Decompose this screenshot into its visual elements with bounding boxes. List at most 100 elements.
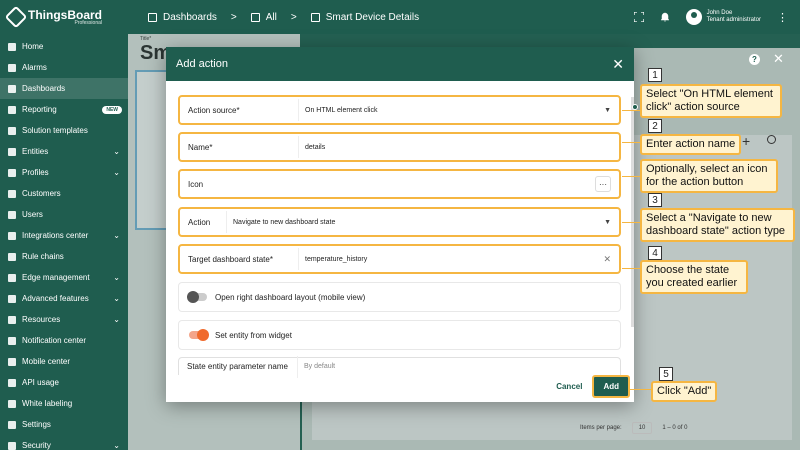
breadcrumb-all[interactable]: All <box>266 12 277 23</box>
sidebar-item-label: Customers <box>22 189 61 198</box>
action-name-input[interactable]: details <box>298 136 619 158</box>
sidebar-item-white-labeling[interactable]: White labeling <box>0 393 128 414</box>
sidebar-item-customers[interactable]: Customers <box>0 183 128 204</box>
sidebar-item-advanced-features[interactable]: Advanced features ⌄ <box>0 288 128 309</box>
sidebar-item-security[interactable]: Security ⌄ <box>0 435 128 450</box>
breadcrumb-separator: > <box>230 11 237 23</box>
close-panel-icon[interactable]: ✕ <box>773 51 784 67</box>
dropdown-arrow-icon[interactable]: ▼ <box>604 219 611 226</box>
cancel-button[interactable]: Cancel <box>556 382 582 391</box>
sidebar-item-reporting[interactable]: Reporting NEW <box>0 99 128 120</box>
action-source-field[interactable]: Action source* On HTML element click ▼ <box>178 95 621 125</box>
dialog-title: Add action <box>176 58 228 70</box>
thingsboard-logo-icon <box>4 5 28 29</box>
logo[interactable]: ThingsBoard Professional <box>0 0 128 34</box>
sidebar-item-label: Rule chains <box>22 252 64 261</box>
action-source-label: Action source* <box>188 105 240 115</box>
user-menu[interactable]: John Doe Tenant administrator <box>685 9 761 25</box>
rule-chains-icon <box>8 252 16 261</box>
sidebar-item-alarms[interactable]: Alarms <box>0 57 128 78</box>
chevron-down-icon[interactable]: ⌄ <box>113 231 120 240</box>
toggle-off-switch[interactable] <box>187 291 207 303</box>
callout-anchor-dot <box>632 104 638 110</box>
dashboards-icon <box>148 12 157 22</box>
sidebar-item-label: Solution templates <box>22 126 88 135</box>
fullscreen-icon[interactable] <box>633 12 644 22</box>
dashboard-icon <box>310 12 320 22</box>
sidebar-item-entities[interactable]: Entities ⌄ <box>0 141 128 162</box>
sidebar-item-resources[interactable]: Resources ⌄ <box>0 309 128 330</box>
more-horiz-icon[interactable]: ··· <box>595 176 611 192</box>
sidebar-item-label: Resources <box>22 315 61 324</box>
users-icon <box>8 210 16 219</box>
notifications-bell-icon[interactable] <box>660 12 670 22</box>
template-icon <box>8 126 16 135</box>
set-entity-toggle[interactable]: Set entity from widget <box>178 320 621 350</box>
help-icon[interactable]: ? <box>749 54 760 65</box>
dropdown-arrow-icon[interactable]: ▼ <box>604 107 611 114</box>
user-name: John Doe <box>706 9 733 16</box>
target-state-input[interactable]: temperature_history <box>298 248 603 270</box>
add-action-icon[interactable]: + <box>742 133 750 149</box>
action-type-select[interactable]: Navigate to new dashboard state <box>226 211 604 233</box>
sidebar: ThingsBoard Professional Home Alarms Dashb… <box>0 0 128 450</box>
add-action-dialog: Add action ✕ Action source* On HTML elem… <box>166 47 634 402</box>
user-role: Tenant administrator <box>706 17 761 23</box>
security-icon <box>8 441 16 450</box>
callout-number: 3 <box>648 193 662 207</box>
resources-icon <box>8 315 16 324</box>
logo-name: ThingsBoard <box>28 7 102 22</box>
action-type-label: Action <box>188 217 211 227</box>
add-button[interactable]: Add <box>592 375 630 398</box>
chevron-down-icon[interactable]: ⌄ <box>113 168 120 177</box>
sidebar-item-edge-management[interactable]: Edge management ⌄ <box>0 267 128 288</box>
page-size-select[interactable]: 10 <box>631 422 653 434</box>
chevron-down-icon[interactable]: ⌄ <box>113 441 120 450</box>
chevron-down-icon[interactable]: ⌄ <box>113 315 120 324</box>
sidebar-item-notification-center[interactable]: Notification center <box>0 330 128 351</box>
more-vert-icon[interactable]: ⋮ <box>777 11 788 24</box>
open-right-layout-label: Open right dashboard layout (mobile view… <box>215 292 366 302</box>
sidebar-item-users[interactable]: Users <box>0 204 128 225</box>
callout-step-2: Enter action name <box>640 134 742 156</box>
open-right-layout-toggle[interactable]: Open right dashboard layout (mobile view… <box>178 282 621 312</box>
new-badge: NEW <box>102 105 122 114</box>
chevron-down-icon[interactable]: ⌄ <box>113 147 120 156</box>
set-entity-label: Set entity from widget <box>215 330 292 340</box>
action-source-select[interactable]: On HTML element click <box>298 99 604 121</box>
chevron-down-icon[interactable]: ⌄ <box>113 294 120 303</box>
breadcrumb-dashboards[interactable]: Dashboards <box>163 12 217 23</box>
toggle-on-switch[interactable] <box>189 329 209 341</box>
sidebar-item-mobile-center[interactable]: Mobile center <box>0 351 128 372</box>
sidebar-item-dashboards[interactable]: Dashboards <box>0 78 128 99</box>
icon-field[interactable]: Icon ··· <box>178 169 621 199</box>
settings-icon <box>8 420 16 429</box>
sidebar-item-settings[interactable]: Settings <box>0 414 128 435</box>
clear-icon[interactable]: ✕ <box>603 254 611 265</box>
alarm-icon <box>8 63 16 72</box>
callout-connector <box>622 110 640 111</box>
sidebar-item-label: White labeling <box>22 399 73 408</box>
white-label-icon <box>8 399 16 408</box>
dialog-scrollbar[interactable] <box>631 97 634 327</box>
search-icon[interactable] <box>767 135 776 144</box>
sidebar-item-api-usage[interactable]: API usage <box>0 372 128 393</box>
sidebar-item-label: Notification center <box>22 336 87 345</box>
target-state-field[interactable]: Target dashboard state* temperature_hist… <box>178 244 621 274</box>
sidebar-item-rule-chains[interactable]: Rule chains <box>0 246 128 267</box>
state-entity-param-field[interactable]: State entity parameter name By default <box>178 355 621 378</box>
dialog-close-icon[interactable]: ✕ <box>612 56 624 73</box>
sidebar-item-solution-templates[interactable]: Solution templates <box>0 120 128 141</box>
chevron-down-icon[interactable]: ⌄ <box>113 273 120 282</box>
action-type-field[interactable]: Action Navigate to new dashboard state ▼ <box>178 207 621 237</box>
report-icon <box>8 105 16 114</box>
sidebar-item-integrations-center[interactable]: Integrations center ⌄ <box>0 225 128 246</box>
sidebar-item-profiles[interactable]: Profiles ⌄ <box>0 162 128 183</box>
action-name-field[interactable]: Name* details <box>178 132 621 162</box>
callout-connector <box>622 222 640 223</box>
sidebar-item-home[interactable]: Home <box>0 36 128 57</box>
sidebar-item-label: Mobile center <box>22 357 71 366</box>
page-range: 1 – 0 of 0 <box>662 425 688 431</box>
account-circle-icon <box>685 9 702 25</box>
action-name-label: Name* <box>188 142 213 152</box>
